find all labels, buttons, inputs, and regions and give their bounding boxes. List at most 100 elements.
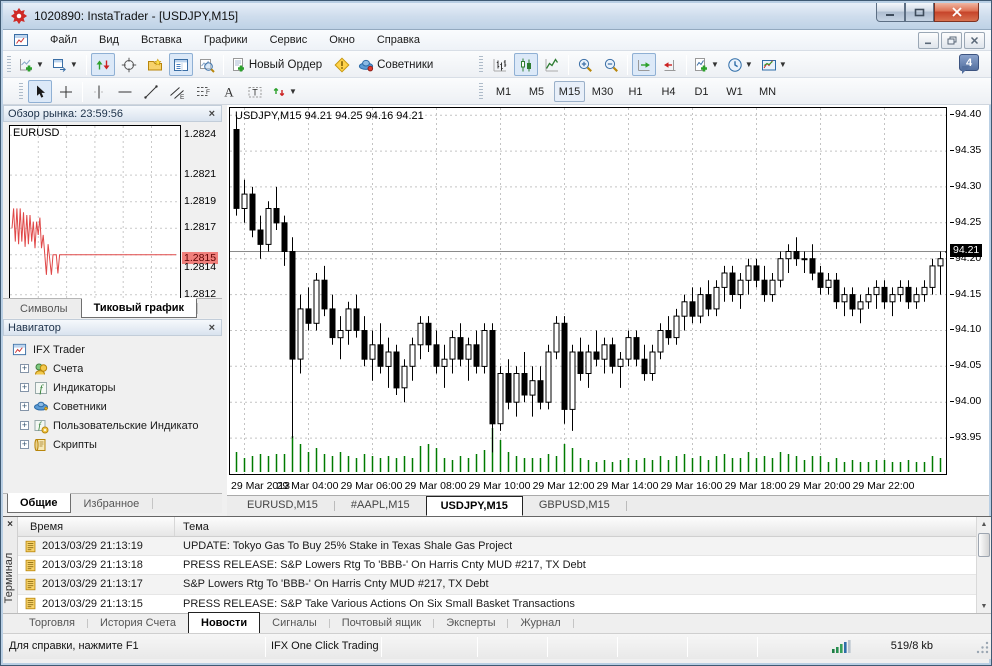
menu-item[interactable]: Окно	[318, 31, 366, 49]
chart-time-axis[interactable]: 29 Mar 201329 Mar 04:0029 Mar 06:0029 Ma…	[229, 479, 947, 493]
zoom-in-button[interactable]	[573, 53, 597, 76]
toolbar-drag-handle[interactable]	[479, 83, 483, 101]
menu-item[interactable]: Справка	[366, 31, 431, 49]
timeframe-h4-button[interactable]: H4	[653, 81, 684, 102]
menu-item[interactable]: Графики	[193, 31, 259, 49]
navigator-item[interactable]: +Счета	[3, 359, 222, 378]
chevron-down-icon[interactable]: ▼	[743, 60, 755, 69]
chart-tab[interactable]: USDJPY,M15	[426, 496, 523, 516]
terminal-tab[interactable]: Новости	[188, 612, 260, 633]
window-close-button[interactable]	[934, 3, 979, 22]
text-label-button[interactable]: T	[243, 80, 267, 103]
window-maximize-button[interactable]	[905, 3, 934, 22]
navigator-root-item[interactable]: IFX Trader	[3, 340, 222, 359]
mdi-restore-button[interactable]	[941, 32, 962, 49]
market-watch-tab[interactable]: Символы	[7, 299, 81, 318]
timeframe-h1-button[interactable]: H1	[620, 81, 651, 102]
timeframe-w1-button[interactable]: W1	[719, 81, 750, 102]
menu-item[interactable]: Вид	[88, 31, 130, 49]
expand-plus-icon[interactable]: +	[20, 364, 29, 373]
new-order-button[interactable]: Новый Ордер	[228, 53, 328, 76]
terminal-tab[interactable]: Журнал	[508, 614, 572, 633]
navigator-item[interactable]: +Советники	[3, 397, 222, 416]
strategy-tester-button[interactable]	[195, 53, 219, 76]
chart-shift-button[interactable]	[658, 53, 682, 76]
market-watch-tab[interactable]: Тиковый график	[81, 298, 197, 318]
zoom-out-button[interactable]	[599, 53, 623, 76]
data-window-button[interactable]	[117, 53, 141, 76]
market-watch-button[interactable]	[91, 53, 115, 76]
toolbar-drag-handle[interactable]	[479, 56, 483, 74]
notifications-badge[interactable]: 4	[959, 54, 979, 71]
chevron-down-icon[interactable]: ▼	[287, 87, 299, 96]
scroll-up-icon[interactable]: ▲	[977, 517, 991, 532]
terminal-close-icon[interactable]: ×	[3, 517, 17, 530]
terminal-panel-button[interactable]	[169, 53, 193, 76]
text-button[interactable]: A	[217, 80, 241, 103]
mdi-minimize-button[interactable]	[918, 32, 939, 49]
profiles-button[interactable]: ▼	[50, 53, 82, 76]
expand-plus-icon[interactable]: +	[20, 421, 29, 430]
expand-plus-icon[interactable]: +	[20, 440, 29, 449]
chart-tab[interactable]: #AAPL,M15	[337, 496, 424, 516]
scroll-down-icon[interactable]: ▼	[977, 599, 991, 613]
mdi-close-button[interactable]	[964, 32, 985, 49]
terminal-tab[interactable]: Почтовый ящик	[330, 614, 433, 633]
indicators-button[interactable]: ▼	[691, 53, 723, 76]
timeframe-d1-button[interactable]: D1	[686, 81, 717, 102]
arrows-button[interactable]: ▼	[269, 80, 301, 103]
candlestick-chart-button[interactable]	[514, 53, 538, 76]
news-row[interactable]: 2013/03/29 21:13:18PRESS RELEASE: S&P Lo…	[18, 556, 977, 575]
column-header-topic[interactable]: Тема	[175, 521, 209, 533]
expand-plus-icon[interactable]: +	[20, 402, 29, 411]
navigator-close-icon[interactable]: ×	[207, 322, 217, 334]
vertical-line-button[interactable]	[87, 80, 111, 103]
terminal-tab[interactable]: Торговля	[17, 614, 87, 633]
navigator-item[interactable]: +fПользовательские Индикато	[3, 416, 222, 435]
chart-price-axis[interactable]: 94.4094.3594.3094.2594.2094.1594.1094.05…	[949, 107, 989, 475]
timeframe-m5-button[interactable]: M5	[521, 81, 552, 102]
menu-item[interactable]: Вставка	[130, 31, 193, 49]
terminal-tab[interactable]: История Счета	[88, 614, 188, 633]
navigator-folder-button[interactable]	[143, 53, 167, 76]
scrollbar-thumb[interactable]	[978, 533, 990, 557]
templates-button[interactable]: ▼	[759, 53, 791, 76]
line-chart-button[interactable]	[540, 53, 564, 76]
navigator-item[interactable]: +fИндикаторы	[3, 378, 222, 397]
expert-advisors-button[interactable]: Советники	[356, 53, 439, 76]
timeframe-m1-button[interactable]: M1	[488, 81, 519, 102]
news-row[interactable]: 2013/03/29 21:13:15PRESS RELEASE: S&P Ta…	[18, 595, 977, 613]
terminal-tab[interactable]: Эксперты	[434, 614, 507, 633]
toolbar-drag-handle[interactable]	[19, 83, 23, 101]
periods-button[interactable]: ▼	[725, 53, 757, 76]
crosshair-button[interactable]	[54, 80, 78, 103]
chart-tab[interactable]: GBPUSD,M15	[525, 496, 624, 516]
column-header-time[interactable]: Время	[18, 517, 175, 536]
candlestick-chart[interactable]	[229, 107, 947, 475]
navigator-tab[interactable]: Общие	[7, 493, 71, 513]
window-minimize-button[interactable]	[876, 3, 905, 22]
chevron-down-icon[interactable]: ▼	[777, 60, 789, 69]
fibonacci-button[interactable]: F	[191, 80, 215, 103]
menu-item[interactable]: Сервис	[259, 31, 319, 49]
navigator-tab[interactable]: Избранное	[71, 494, 153, 513]
equidistant-channel-button[interactable]: E	[165, 80, 189, 103]
alerts-button[interactable]	[330, 53, 354, 76]
auto-scroll-button[interactable]	[632, 53, 656, 76]
expand-plus-icon[interactable]: +	[20, 383, 29, 392]
tick-chart[interactable]	[9, 125, 181, 301]
chart-tab[interactable]: EURUSD,M15	[233, 496, 332, 516]
news-row[interactable]: 2013/03/29 21:13:17S&P Lowers Rtg To 'BB…	[18, 575, 977, 594]
terminal-tab[interactable]: Сигналы	[260, 614, 329, 633]
new-chart-button[interactable]: ▼	[16, 53, 48, 76]
resize-grip[interactable]	[976, 641, 990, 658]
timeframe-m15-button[interactable]: M15	[554, 81, 585, 102]
horizontal-line-button[interactable]	[113, 80, 137, 103]
trend-line-button[interactable]	[139, 80, 163, 103]
timeframe-m30-button[interactable]: M30	[587, 81, 618, 102]
bar-chart-button[interactable]	[488, 53, 512, 76]
chevron-down-icon[interactable]: ▼	[709, 60, 721, 69]
chevron-down-icon[interactable]: ▼	[34, 60, 46, 69]
toolbar-drag-handle[interactable]	[7, 56, 11, 74]
navigator-item[interactable]: +Скрипты	[3, 435, 222, 454]
